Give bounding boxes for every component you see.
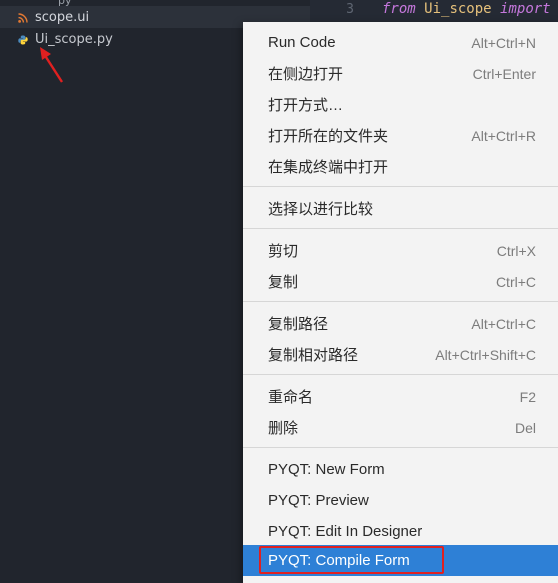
keyword-from: from — [382, 1, 416, 17]
menu-separator — [243, 447, 558, 448]
menu-item-open-to-side[interactable]: 在侧边打开 Ctrl+Enter — [243, 58, 558, 89]
menu-item-label: PYQT: Compile Form — [268, 552, 410, 569]
menu-item-label: 选择以进行比较 — [268, 201, 374, 218]
menu-separator — [243, 374, 558, 375]
menu-item-shortcut: Alt+Ctrl+R — [471, 127, 536, 144]
menu-item-label: 重命名 — [268, 389, 314, 406]
menu-item-select-for-compare[interactable]: 选择以进行比较 — [243, 193, 558, 224]
menu-item-label: 打开所在的文件夹 — [268, 128, 389, 145]
menu-item-copy-relative-path[interactable]: 复制相对路径 Alt+Ctrl+Shift+C — [243, 339, 558, 370]
rss-icon — [18, 12, 28, 23]
menu-item-shortcut: Ctrl+X — [496, 242, 536, 259]
menu-item-label: PYQT: New Form — [268, 461, 385, 478]
menu-separator — [243, 186, 558, 187]
menu-item-shortcut: Alt+Ctrl+N — [471, 34, 536, 51]
menu-item-open-with[interactable]: 打开方式… — [243, 89, 558, 120]
module-name: Ui_scope — [424, 1, 492, 17]
menu-item-shortcut: F2 — [519, 388, 536, 405]
code-line: 3 from Ui_scope import — [310, 0, 558, 18]
keyword-import: import — [500, 1, 551, 17]
menu-item-label: 打开方式… — [268, 97, 344, 114]
menu-item-delete[interactable]: 删除 Del — [243, 412, 558, 443]
menu-item-label: 在侧边打开 — [268, 66, 344, 83]
line-number: 3 — [346, 1, 354, 17]
menu-item-pyqt-edit-in-designer[interactable]: PYQT: Edit In Designer — [243, 516, 558, 547]
menu-separator — [243, 228, 558, 229]
menu-item-shortcut: Alt+Ctrl+C — [471, 315, 536, 332]
menu-item-label: 复制 — [268, 274, 299, 291]
menu-item-copy-path[interactable]: 复制路径 Alt+Ctrl+C — [243, 308, 558, 339]
menu-item-run-code[interactable]: Run Code Alt+Ctrl+N — [243, 27, 558, 58]
menu-item-label: PYQT: Edit In Designer — [268, 523, 423, 540]
menu-separator — [243, 301, 558, 302]
menu-item-shortcut: Del — [514, 419, 536, 436]
menu-item-label: 剪切 — [268, 243, 299, 260]
menu-item-label: 复制相对路径 — [268, 347, 359, 364]
menu-item-label: 复制路径 — [268, 316, 329, 333]
file-name: scope.ui — [35, 9, 90, 25]
menu-item-reveal-in-folder[interactable]: 打开所在的文件夹 Alt+Ctrl+R — [243, 120, 558, 151]
menu-item-shortcut: Ctrl+Enter — [472, 65, 536, 82]
menu-item-pyqt-new-form[interactable]: PYQT: New Form — [243, 454, 558, 485]
menu-item-label: 删除 — [268, 420, 299, 437]
menu-item-copy[interactable]: 复制 Ctrl+C — [243, 266, 558, 297]
menu-item-shortcut: Ctrl+C — [495, 273, 536, 290]
menu-item-cut[interactable]: 剪切 Ctrl+X — [243, 235, 558, 266]
red-arrow-annotation-icon — [40, 47, 64, 83]
context-menu: Run Code Alt+Ctrl+N 在侧边打开 Ctrl+Enter 打开方… — [243, 22, 558, 583]
menu-item-open-in-terminal[interactable]: 在集成终端中打开 — [243, 151, 558, 182]
menu-item-label: 在集成终端中打开 — [268, 159, 389, 176]
menu-item-label: PYQT: Preview — [268, 492, 369, 509]
menu-item-rename[interactable]: 重命名 F2 — [243, 381, 558, 412]
menu-item-pyqt-preview[interactable]: PYQT: Preview — [243, 485, 558, 516]
menu-item-shortcut: Alt+Ctrl+Shift+C — [435, 346, 536, 363]
menu-item-pyqt-compile-form[interactable]: PYQT: Compile Form — [243, 545, 558, 576]
menu-item-label: Run Code — [268, 34, 336, 51]
python-icon — [18, 34, 28, 45]
